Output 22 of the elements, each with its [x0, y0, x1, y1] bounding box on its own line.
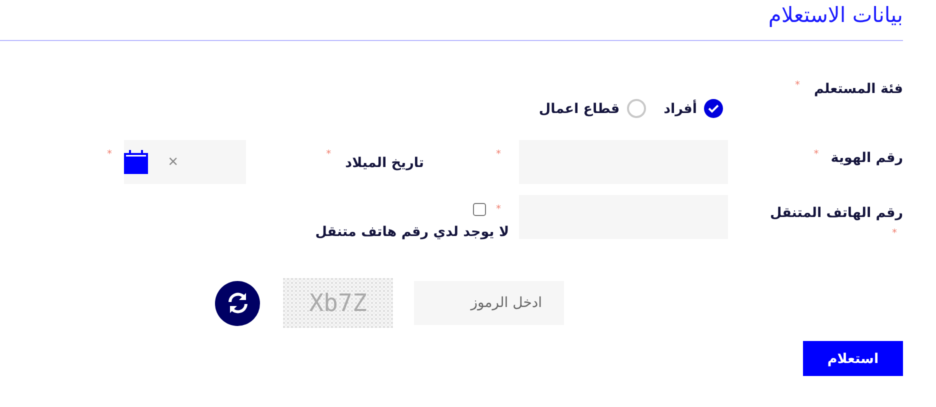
required-mark: *: [814, 150, 819, 160]
required-mark: *: [107, 150, 112, 160]
field-label: تاريخ الميلاد: [345, 154, 424, 171]
field-label: فئة المستعلم: [814, 81, 903, 97]
submit-button[interactable]: استعلام: [803, 341, 903, 376]
required-mark: *: [496, 204, 501, 214]
captcha-image: Xb7Z: [283, 278, 393, 328]
refresh-button[interactable]: [215, 280, 260, 326]
captcha-field[interactable]: ادخل الرموز: [414, 281, 564, 325]
checkbox[interactable]: [473, 203, 486, 216]
radio-option[interactable]: قطاع اعمال: [538, 99, 646, 118]
radio-option[interactable]: أفراد: [664, 99, 723, 118]
field-label: رقم الهاتف المتنقل: [770, 205, 903, 221]
required-mark: *: [795, 81, 800, 91]
checkbox-label: لا يوجد لدي رقم هاتف متنقل: [315, 224, 509, 240]
required-mark: *: [892, 229, 897, 239]
calendar-icon[interactable]: [124, 150, 148, 174]
refresh-icon: [226, 291, 250, 315]
required-mark: *: [326, 150, 332, 160]
field-label: رقم الهوية: [830, 150, 903, 166]
page-title: بيانات الاستعلام: [767, 2, 903, 29]
required-mark: *: [496, 150, 501, 160]
